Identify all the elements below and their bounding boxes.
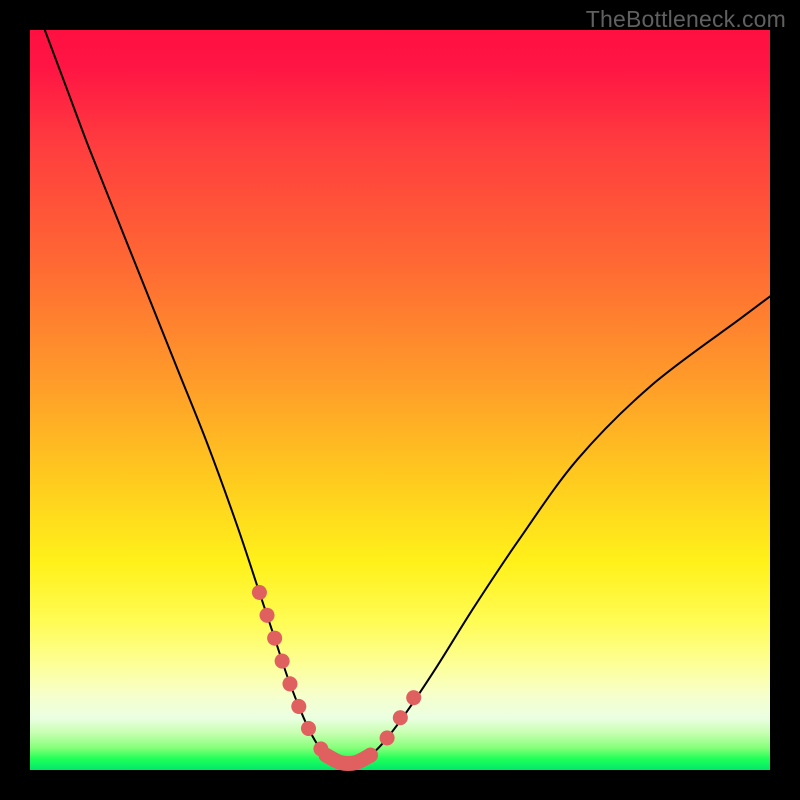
chart-svg <box>30 30 770 770</box>
curve-layer <box>45 30 770 764</box>
series-highlight-right <box>370 696 414 755</box>
series-highlight-left <box>259 592 326 755</box>
series-bottleneck-curve <box>45 30 770 764</box>
plot-area <box>30 30 770 770</box>
chart-frame: TheBottleneck.com <box>0 0 800 800</box>
watermark-text: TheBottleneck.com <box>586 6 786 33</box>
